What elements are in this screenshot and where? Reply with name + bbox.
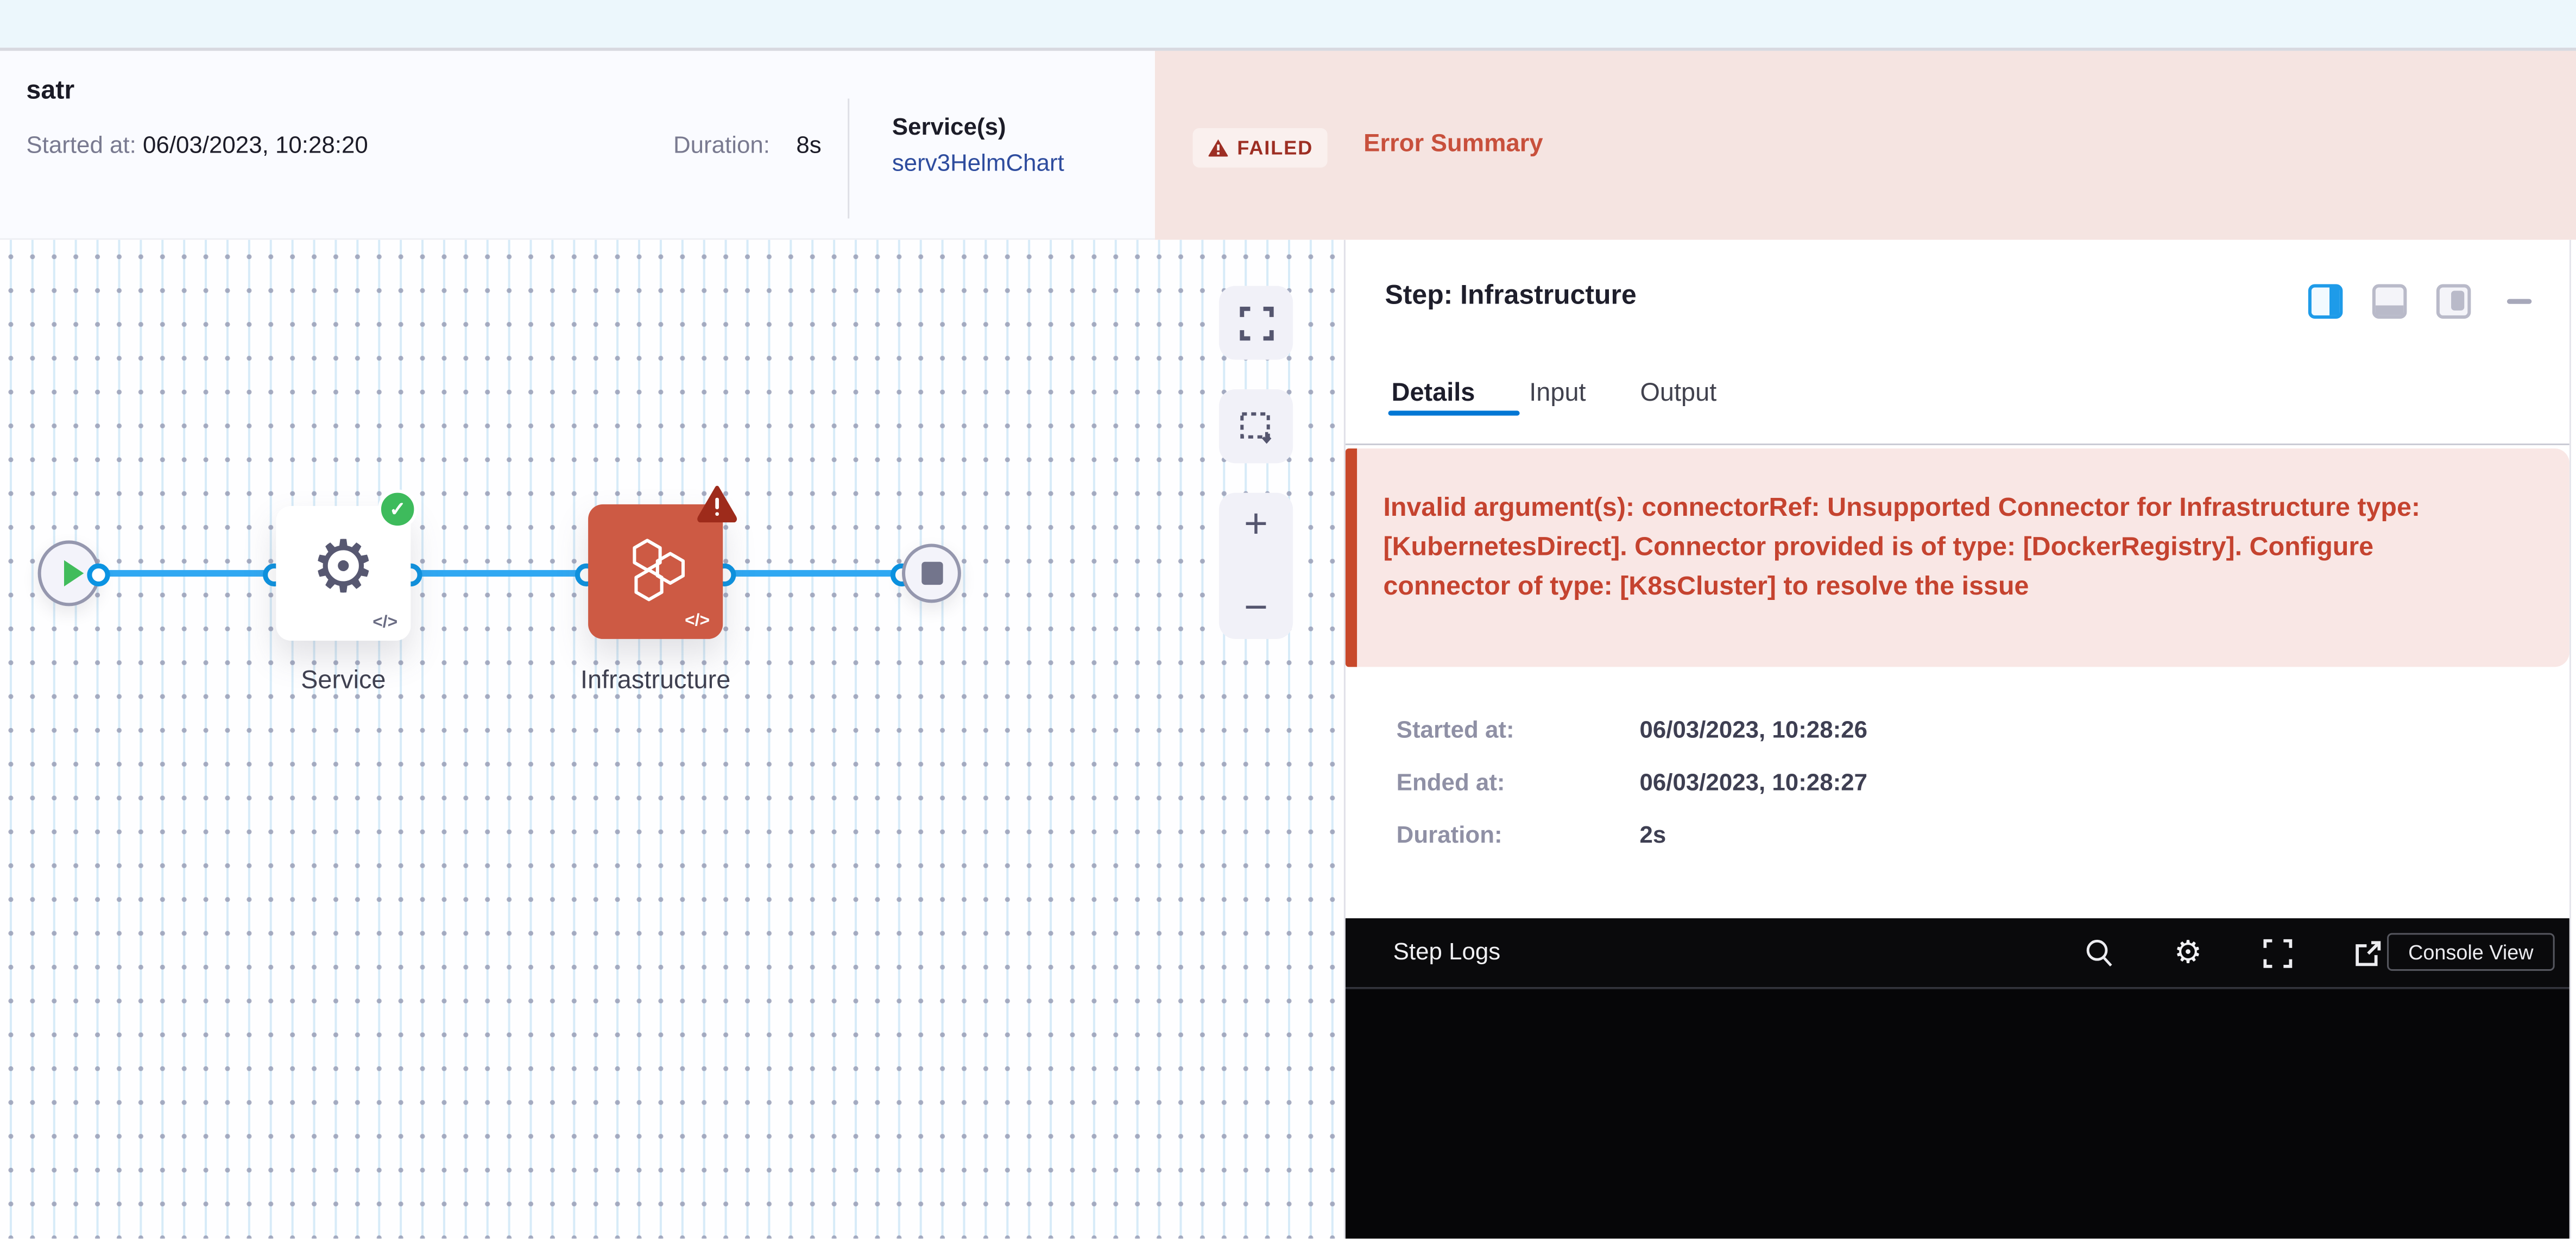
duration-row: Duration: 8s <box>624 133 822 159</box>
canvas-select-button[interactable] <box>1219 389 1293 463</box>
open-in-new-icon[interactable] <box>2352 937 2383 968</box>
status-badge: FAILED <box>1193 128 1328 168</box>
layout-floating-icon[interactable] <box>2436 284 2471 319</box>
execution-header: satr Started at: 06/03/2023, 10:28:20 Du… <box>0 51 2576 240</box>
stop-icon <box>921 562 942 585</box>
connector-line <box>411 570 591 577</box>
node-service[interactable]: ⚙ ✓ </> <box>276 506 411 641</box>
marquee-select-icon <box>1238 408 1274 445</box>
step-details-panel: Step: Infrastructure Details Input Outpu… <box>1344 240 2576 1239</box>
success-check-icon: ✓ <box>378 490 418 529</box>
started-at-label: Started at: <box>26 133 136 159</box>
connector-line <box>724 570 907 577</box>
fullscreen-icon <box>1238 305 1274 341</box>
active-tab-indicator <box>1388 410 1520 415</box>
tab-output[interactable]: Output <box>1640 380 1716 409</box>
error-summary-link[interactable]: Error Summary <box>1363 130 1543 157</box>
detail-value: 06/03/2023, 10:28:27 <box>1639 770 1867 796</box>
connector-line <box>99 570 280 577</box>
detail-label: Started at: <box>1397 718 1640 744</box>
duration-label: Duration: <box>673 133 770 159</box>
canvas-fullscreen-button[interactable] <box>1219 286 1293 359</box>
canvas-zoom-control: + − <box>1219 493 1293 639</box>
node-label: Service <box>276 667 411 696</box>
error-message-box: Invalid argument(s): connectorRef: Unsup… <box>1346 448 2569 667</box>
tab-input[interactable]: Input <box>1529 380 1586 409</box>
log-toolbar: ⚙ <box>2081 918 2387 987</box>
pipeline-end-node[interactable] <box>902 543 961 603</box>
search-icon[interactable] <box>2085 938 2114 968</box>
tab-details[interactable]: Details <box>1392 380 1475 409</box>
code-icon: </> <box>685 611 710 630</box>
detail-value: 2s <box>1639 823 1666 849</box>
minimize-button[interactable] <box>2507 299 2531 305</box>
gear-icon: ⚙ <box>276 527 411 609</box>
play-icon <box>64 560 84 586</box>
header-divider <box>848 99 849 219</box>
pipeline-name: satr <box>26 77 74 106</box>
hexagons-icon <box>620 534 692 606</box>
pipeline-canvas[interactable]: ⚙ ✓ </> </> Service Infrastructur <box>0 240 1344 1239</box>
detail-row: Duration:2s <box>1397 823 1666 849</box>
failure-warning-icon <box>697 485 738 523</box>
duration-value: 8s <box>796 133 821 159</box>
panel-layout-controls <box>2308 284 2531 319</box>
services-block: Service(s) serv3HelmChart <box>892 115 1064 178</box>
pipeline-execution-page: satr Started at: 06/03/2023, 10:28:20 Du… <box>0 0 2576 1239</box>
detail-row: Started at:06/03/2023, 10:28:26 <box>1397 718 1867 744</box>
layout-split-bottom-icon[interactable] <box>2372 284 2407 319</box>
services-label: Service(s) <box>892 115 1064 141</box>
zoom-in-button[interactable]: + <box>1219 503 1293 546</box>
detail-value: 06/03/2023, 10:28:26 <box>1639 718 1867 744</box>
detail-label: Ended at: <box>1397 770 1640 796</box>
log-console[interactable] <box>1346 989 2569 1239</box>
warning-triangle-icon <box>1208 138 1229 157</box>
connector-point <box>87 562 110 585</box>
step-title: Step: Infrastructure <box>1385 281 1637 312</box>
started-at-value: 06/03/2023, 10:28:20 <box>143 133 368 159</box>
zoom-out-button[interactable]: − <box>1219 586 1293 629</box>
console-view-button[interactable]: Console View <box>2387 933 2555 971</box>
status-badge-label: FAILED <box>1237 136 1313 159</box>
started-at-row: Started at: 06/03/2023, 10:28:20 <box>26 133 368 159</box>
node-infrastructure[interactable]: </> <box>588 504 723 639</box>
step-logs-title: Step Logs <box>1393 940 1501 966</box>
browser-top-strip <box>0 0 2576 48</box>
code-icon: </> <box>372 613 397 633</box>
panel-scrollbar-gutter[interactable] <box>2569 240 2576 1239</box>
node-label: Infrastructure <box>555 667 756 696</box>
log-settings-icon[interactable]: ⚙ <box>2174 937 2202 968</box>
step-logs-bar: Step Logs ⚙ Console View <box>1346 918 2569 987</box>
error-accent-bar <box>1346 448 1357 667</box>
detail-row: Ended at:06/03/2023, 10:28:27 <box>1397 770 1867 796</box>
tab-divider <box>1346 444 2569 445</box>
detail-tabs: Details Input Output <box>1392 380 1771 409</box>
detail-label: Duration: <box>1397 823 1640 849</box>
layout-split-right-icon[interactable] <box>2308 284 2343 319</box>
error-message-text: Invalid argument(s): connectorRef: Unsup… <box>1383 490 2480 608</box>
service-link[interactable]: serv3HelmChart <box>892 151 1064 177</box>
log-expand-icon[interactable] <box>2262 937 2293 968</box>
